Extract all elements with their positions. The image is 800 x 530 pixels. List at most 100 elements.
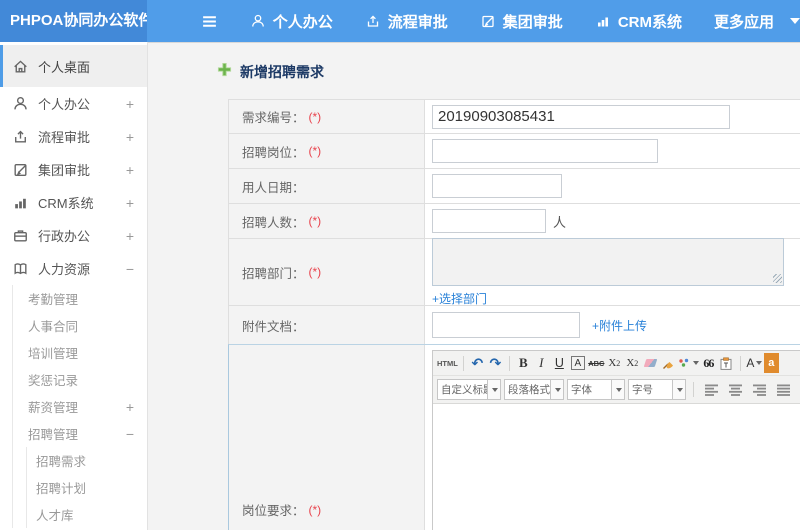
collapse-icon[interactable]: − [126, 261, 134, 277]
nav-crm[interactable]: CRM系统 [595, 11, 682, 32]
nav-more-apps[interactable]: 更多应用 [714, 11, 800, 32]
department-textarea[interactable] [432, 237, 784, 286]
align-center-icon[interactable] [725, 379, 746, 401]
strikethrough-button[interactable]: ABC [588, 353, 605, 373]
expand-icon[interactable]: + [126, 96, 134, 112]
form-row-requirements: 岗位要求： (*) HTML ↶ ↷ B I U A ABC X 2 X 2 6… [228, 344, 800, 530]
app-logo: PHPOA协同办公软件 [0, 0, 147, 42]
font-size-select[interactable]: 字号 [628, 379, 686, 400]
home-icon [12, 58, 29, 75]
caret-down-icon [550, 380, 563, 399]
menu-toggle-icon[interactable] [201, 13, 218, 30]
blockquote-button[interactable]: 66 [700, 353, 717, 373]
expand-icon[interactable]: + [126, 195, 134, 211]
field-label: 招聘人数： [242, 215, 305, 230]
heading-select[interactable]: 自定义标题 [437, 379, 501, 400]
superscript-button[interactable]: X2 [606, 353, 623, 373]
nav-label: 集团审批 [502, 13, 563, 31]
select-department-link[interactable]: +选择部门 [432, 290, 487, 307]
recruit-submenu: 招聘需求 招聘计划 人才库 [26, 447, 147, 528]
eraser-icon[interactable] [642, 353, 659, 373]
sidebar-item-salary[interactable]: 薪资管理 + [13, 393, 147, 420]
font-box-button[interactable]: A [570, 356, 585, 370]
paste-icon[interactable] [718, 353, 735, 373]
collapse-icon[interactable]: − [126, 426, 134, 442]
recruitment-form: 需求编号： (*) 招聘岗位： (*) 用人日期 [228, 99, 800, 530]
sidebar-item-personal-desktop[interactable]: 个人桌面 [0, 45, 147, 87]
hr-book-icon [12, 260, 29, 277]
briefcase-icon [12, 227, 29, 244]
nav-label: 更多应用 [713, 13, 774, 31]
page-title-row: 新增招聘需求 [148, 43, 800, 99]
font-color-button[interactable]: A [746, 353, 763, 373]
format-brush-icon[interactable] [660, 353, 677, 373]
color-palette-icon[interactable] [678, 353, 699, 373]
form-row-request-number: 需求编号： (*) [228, 99, 800, 134]
expand-icon[interactable]: + [126, 129, 134, 145]
chart-icon [595, 13, 611, 29]
sidebar-item-attendance[interactable]: 考勤管理 [13, 285, 147, 312]
main-content: 新增招聘需求 需求编号： (*) 招聘岗位： (*) [148, 42, 800, 530]
rich-text-editor: HTML ↶ ↷ B I U A ABC X2 X2 66 A a 自定义标 段… [432, 350, 800, 530]
sidebar-item-admin-office[interactable]: 行政办公 + [0, 219, 147, 252]
sidebar-item-talent-pool[interactable]: 人才库 [27, 501, 147, 528]
required-marker: (*) [308, 109, 322, 124]
user-icon [250, 13, 266, 29]
field-label: 附件文档： [242, 319, 305, 334]
nav-label: 流程审批 [387, 13, 448, 31]
paragraph-format-select[interactable]: 段落格式 [504, 379, 564, 400]
undo-icon[interactable]: ↶ [469, 353, 486, 373]
topbar: PHPOA协同办公软件 个人办公 流程审批 集团审批 CRM系统 更多应用 [0, 0, 800, 42]
sidebar-item-recruit-plan[interactable]: 招聘计划 [27, 474, 147, 501]
sidebar-item-training[interactable]: 培训管理 [13, 339, 147, 366]
subscript-button[interactable]: X2 [624, 353, 641, 373]
required-marker: (*) [308, 502, 322, 517]
sidebar-item-recruit-mgmt[interactable]: 招聘管理 − [13, 420, 147, 447]
nav-workflow-approval[interactable]: 流程审批 [365, 11, 448, 32]
sidebar-item-personal-office[interactable]: 个人办公 + [0, 87, 147, 120]
align-left-icon[interactable] [701, 379, 722, 401]
field-label: 用人日期： [242, 180, 305, 195]
redo-icon[interactable]: ↷ [487, 353, 504, 373]
italic-button[interactable]: I [533, 353, 550, 373]
sidebar: 个人桌面 个人办公 + 流程审批 + 集团审批 + CRM系统 + 行政办公 +… [0, 42, 148, 530]
nav-personal-office[interactable]: 个人办公 [250, 11, 333, 32]
background-color-button[interactable]: a [763, 353, 779, 373]
form-row-position: 招聘岗位： (*) [228, 134, 800, 169]
form-row-headcount: 招聘人数： (*) 人 [228, 204, 800, 239]
top-navigation: 个人办公 流程审批 集团审批 CRM系统 更多应用 [147, 0, 800, 42]
sidebar-item-hr-contract[interactable]: 人事合同 [13, 312, 147, 339]
expand-icon[interactable]: + [126, 228, 134, 244]
position-input[interactable] [432, 139, 658, 163]
edit-icon [12, 161, 29, 178]
sidebar-item-recruit-request[interactable]: 招聘需求 [27, 447, 147, 474]
caret-down-icon [487, 380, 500, 399]
chart-icon [12, 194, 29, 211]
request-number-input[interactable] [432, 104, 730, 129]
field-label: 岗位要求： [242, 504, 305, 518]
unit-label: 人 [553, 214, 567, 230]
underline-button[interactable]: U [551, 353, 568, 373]
upload-attachment-link[interactable]: +附件上传 [592, 317, 647, 334]
sidebar-item-hr[interactable]: 人力资源 − [0, 252, 147, 285]
html-source-button[interactable]: HTML [437, 353, 458, 373]
nav-group-approval[interactable]: 集团审批 [480, 11, 563, 32]
font-family-select[interactable]: 字体 [567, 379, 625, 400]
align-justify-icon[interactable] [773, 379, 794, 401]
expand-icon[interactable]: + [126, 399, 134, 415]
attachment-input[interactable] [432, 312, 580, 338]
hire-date-input[interactable] [432, 174, 562, 198]
form-row-department: 招聘部门： (*) +选择部门 [228, 237, 800, 307]
form-row-hire-date: 用人日期： [228, 169, 800, 204]
expand-icon[interactable]: + [126, 162, 134, 178]
align-right-icon[interactable] [749, 379, 770, 401]
workflow-icon [12, 128, 29, 145]
add-icon [217, 62, 232, 82]
sidebar-item-crm[interactable]: CRM系统 + [0, 186, 147, 219]
sidebar-item-rewards[interactable]: 奖惩记录 [13, 366, 147, 393]
bold-button[interactable]: B [515, 353, 532, 373]
headcount-input[interactable] [432, 209, 546, 233]
editor-content[interactable] [433, 404, 800, 530]
sidebar-item-group-approval[interactable]: 集团审批 + [0, 153, 147, 186]
sidebar-item-workflow-approval[interactable]: 流程审批 + [0, 120, 147, 153]
